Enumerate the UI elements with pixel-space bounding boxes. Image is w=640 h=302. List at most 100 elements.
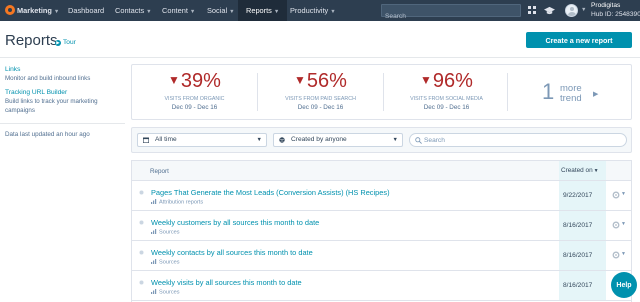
stat-number: 39% bbox=[180, 70, 221, 92]
stat-date-range: Dec 09 - Dec 16 bbox=[423, 104, 470, 111]
nav-item-content[interactable]: Content ▼ bbox=[154, 0, 203, 21]
down-arrow-icon: ▼ bbox=[168, 73, 180, 87]
table-row[interactable]: Weekly customers by all sources this mon… bbox=[132, 211, 631, 241]
stat-label: VISITS FROM SOCIAL MEDIA bbox=[410, 96, 483, 102]
created-on-date: 8/16/2017 bbox=[563, 282, 593, 289]
creator-select[interactable]: Created by anyone ▼ bbox=[273, 133, 403, 147]
nav-item-dashboard[interactable]: Dashboard bbox=[60, 0, 112, 21]
help-button[interactable]: Help bbox=[611, 272, 637, 298]
table-header: Report Created on▼ bbox=[132, 161, 631, 181]
chevron-down-icon[interactable]: ▼ bbox=[621, 191, 626, 197]
favorite-star-icon[interactable] bbox=[139, 220, 144, 225]
nav-item-label: Dashboard bbox=[68, 6, 105, 15]
report-type-icon bbox=[151, 199, 157, 204]
report-type-label: Attribution reports bbox=[159, 199, 204, 206]
apps-grid-icon[interactable] bbox=[528, 6, 537, 15]
table-row[interactable]: Pages That Generate the Most Leads (Conv… bbox=[132, 181, 631, 211]
time-range-select[interactable]: All time ▼ bbox=[137, 133, 267, 147]
report-type: Sources bbox=[151, 259, 180, 266]
table-row[interactable]: Weekly visits by all sources this month … bbox=[132, 271, 631, 301]
report-title-link[interactable]: Weekly visits by all sources this month … bbox=[151, 278, 302, 287]
nav-item-contacts[interactable]: Contacts ▼ bbox=[107, 0, 160, 21]
tracking-url-builder-link[interactable]: Tracking URL Builder bbox=[5, 89, 67, 96]
report-search-input[interactable] bbox=[424, 134, 620, 146]
column-header-label: Created on bbox=[561, 167, 593, 174]
table-row[interactable]: Weekly contacts by all sources this mont… bbox=[132, 241, 631, 271]
play-icon: ▶ bbox=[55, 40, 61, 46]
divider bbox=[0, 123, 125, 124]
report-type-icon bbox=[151, 289, 157, 294]
global-search-input[interactable] bbox=[382, 11, 520, 22]
reports-table: Report Created on▼ Pages That Generate t… bbox=[131, 160, 632, 302]
creator-value: Created by anyone bbox=[291, 136, 347, 143]
nav-item-reports[interactable]: Reports ▼ bbox=[238, 0, 288, 21]
nav-marketing-menu[interactable]: Marketing ▼ bbox=[17, 0, 59, 21]
gear-icon[interactable] bbox=[612, 251, 620, 259]
column-header-created-on[interactable]: Created on▼ bbox=[559, 161, 606, 180]
data-updated-note: Data last updated an hour ago bbox=[5, 131, 90, 138]
tour-link[interactable]: ▶ Tour bbox=[55, 39, 76, 46]
stat-label: VISITS FROM ORGANIC bbox=[164, 96, 225, 102]
gear-icon[interactable] bbox=[612, 221, 620, 229]
report-type-label: Sources bbox=[159, 229, 180, 236]
links-description: Monitor and build inbound links bbox=[5, 75, 91, 82]
stat-date-range: Dec 09 - Dec 16 bbox=[171, 104, 218, 111]
favorite-star-icon[interactable] bbox=[139, 250, 144, 255]
hub-id: Hub ID: 2548390 bbox=[591, 11, 640, 18]
hubspot-logo-icon[interactable] bbox=[5, 5, 15, 15]
stat-social-media[interactable]: ▼96% VISITS FROM SOCIAL MEDIA Dec 09 - D… bbox=[384, 65, 509, 119]
favorite-star-icon[interactable] bbox=[139, 280, 144, 285]
stat-paid-search[interactable]: ▼56% VISITS FROM PAID SEARCH Dec 09 - De… bbox=[258, 65, 383, 119]
chevron-down-icon: ▼ bbox=[330, 9, 336, 15]
trend-label[interactable]: trend bbox=[560, 93, 582, 104]
top-navigation-bar: Marketing ▼ Dashboard Contacts ▼ Content ▼ … bbox=[0, 0, 640, 22]
nav-item-label: Contacts bbox=[115, 6, 145, 15]
column-header-report[interactable]: Report bbox=[150, 168, 169, 175]
report-title-link[interactable]: Weekly contacts by all sources this mont… bbox=[151, 248, 313, 257]
stats-summary: ▼39% VISITS FROM ORGANIC Dec 09 - Dec 16… bbox=[131, 64, 632, 120]
chevron-down-icon: ▼ bbox=[53, 9, 60, 15]
report-type-icon bbox=[151, 229, 157, 234]
divider bbox=[507, 73, 508, 111]
created-on-cell: 8/16/2017 bbox=[559, 211, 606, 240]
chevron-right-icon[interactable]: ▶ bbox=[593, 90, 598, 98]
tour-label: Tour bbox=[63, 39, 76, 46]
stat-value: ▼56% bbox=[258, 70, 383, 93]
account-name[interactable]: Prodigitas bbox=[591, 2, 620, 9]
search-icon bbox=[415, 137, 422, 144]
avatar[interactable] bbox=[565, 4, 578, 17]
page-title: Reports bbox=[5, 32, 58, 49]
report-type-label: Sources bbox=[159, 289, 180, 296]
more-trends-count[interactable]: 1 bbox=[542, 79, 554, 105]
nav-item-label: Content bbox=[162, 6, 188, 15]
chevron-down-icon[interactable]: ▼ bbox=[621, 221, 626, 227]
report-title-link[interactable]: Pages That Generate the Most Leads (Conv… bbox=[151, 188, 390, 197]
created-on-cell: 9/22/2017 bbox=[559, 181, 606, 210]
gear-icon[interactable] bbox=[612, 191, 620, 199]
stat-number: 96% bbox=[432, 70, 473, 92]
chevron-down-icon: ▼ bbox=[256, 137, 262, 143]
report-title-link[interactable]: Weekly customers by all sources this mon… bbox=[151, 218, 319, 227]
links-link[interactable]: Links bbox=[5, 66, 20, 73]
nav-item-productivity[interactable]: Productivity ▼ bbox=[282, 0, 344, 21]
nav-item-social[interactable]: Social ▼ bbox=[199, 0, 243, 21]
report-type-icon bbox=[151, 259, 157, 264]
create-report-button[interactable]: Create a new report bbox=[526, 32, 632, 48]
report-type: Attribution reports bbox=[151, 199, 203, 206]
favorite-star-icon[interactable] bbox=[139, 190, 144, 195]
nav-marketing-label: Marketing bbox=[17, 6, 52, 15]
chevron-down-icon: ▼ bbox=[229, 9, 235, 15]
report-type: Sources bbox=[151, 289, 180, 296]
calendar-icon bbox=[143, 137, 149, 143]
academy-cap-icon[interactable] bbox=[544, 5, 555, 16]
nav-item-label: Social bbox=[207, 6, 228, 15]
stat-number: 56% bbox=[306, 70, 347, 92]
down-arrow-icon: ▼ bbox=[294, 73, 306, 87]
chevron-down-icon[interactable]: ▼ bbox=[621, 251, 626, 257]
chevron-down-icon[interactable]: ▼ bbox=[581, 7, 586, 13]
created-on-cell: 8/16/2017 bbox=[559, 271, 606, 300]
report-type-label: Sources bbox=[159, 259, 180, 266]
sort-descending-icon: ▼ bbox=[593, 168, 599, 174]
tracking-url-builder-description: Build links to track your marketing camp… bbox=[5, 98, 98, 114]
stat-organic[interactable]: ▼39% VISITS FROM ORGANIC Dec 09 - Dec 16 bbox=[132, 65, 257, 119]
